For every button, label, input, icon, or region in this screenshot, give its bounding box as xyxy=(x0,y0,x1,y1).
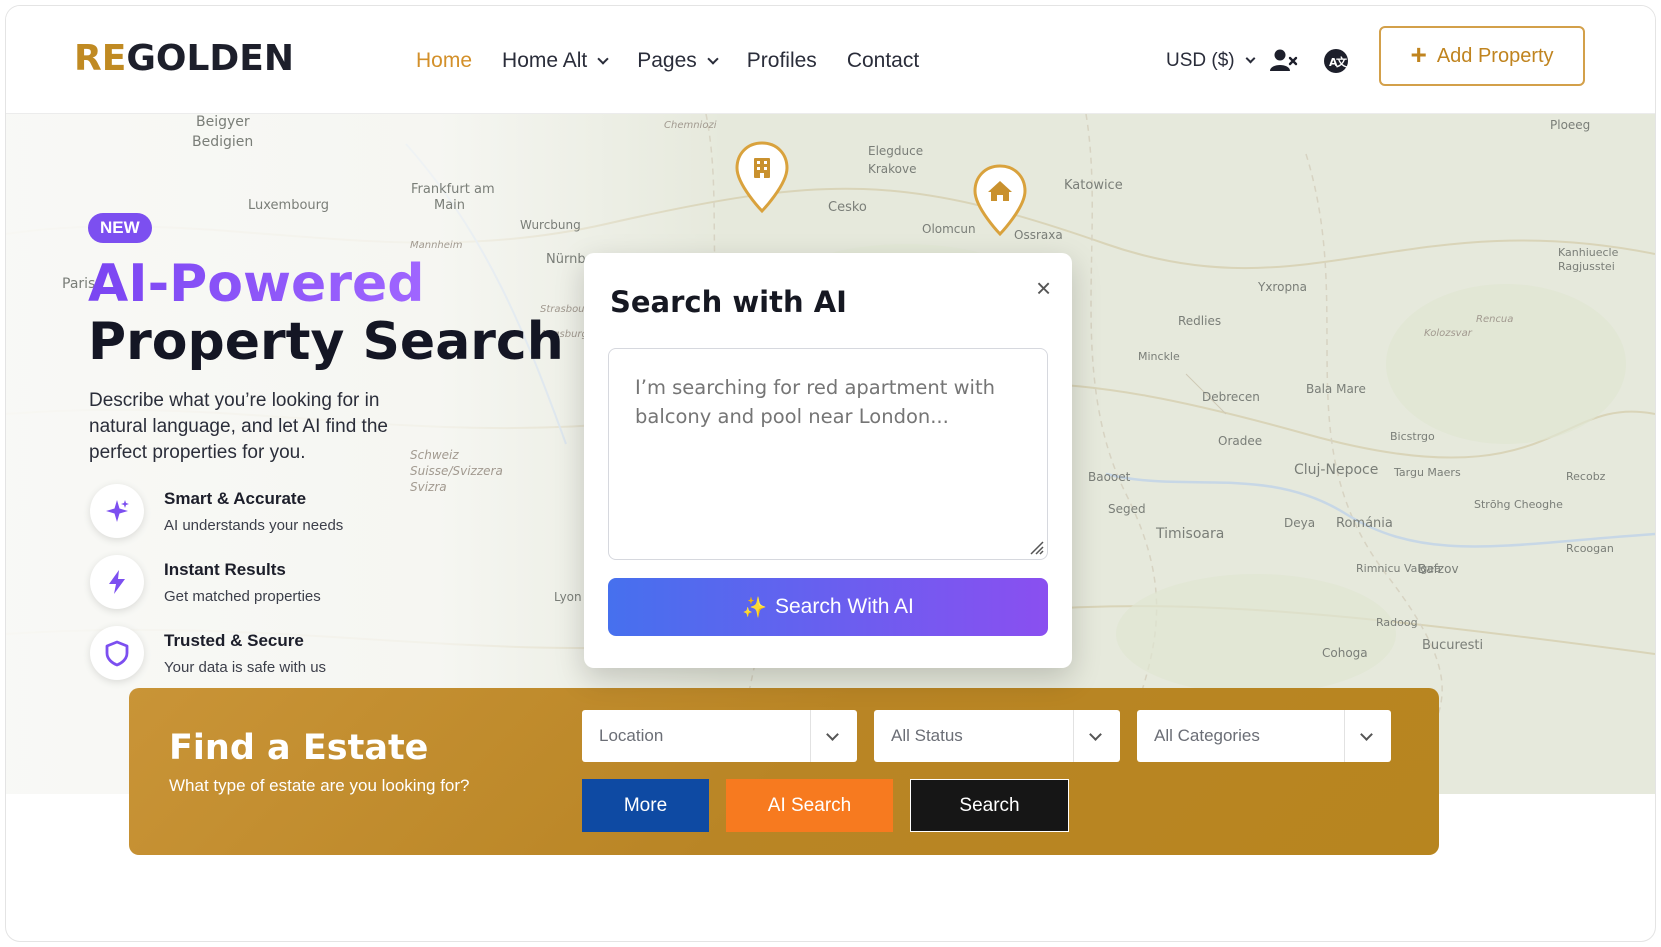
chevron-down-icon xyxy=(1245,53,1256,64)
map-label: Kolozsvar xyxy=(1424,328,1472,339)
map-label: Rencua xyxy=(1476,314,1514,325)
chevron-down-icon xyxy=(597,52,609,65)
map-label: Redlies xyxy=(1178,314,1222,328)
search-button[interactable]: Search xyxy=(910,779,1069,832)
more-button[interactable]: More xyxy=(582,779,709,832)
search-with-ai-button[interactable]: ✨ Search With AI xyxy=(608,578,1048,636)
add-property-button[interactable]: + Add Property xyxy=(1379,26,1585,86)
nav-item-home[interactable]: Home xyxy=(416,49,472,73)
map-label: Strōhg Cheoghe xyxy=(1474,498,1563,511)
map-label: Bala Mare xyxy=(1306,382,1366,396)
map-label: Cesko xyxy=(828,200,867,215)
svg-text:文: 文 xyxy=(1336,55,1348,69)
shield-icon xyxy=(105,640,129,667)
feature-title: Trusted & Secure xyxy=(164,630,304,650)
map-label: Lyon xyxy=(554,590,582,604)
categories-select[interactable]: All Categories xyxy=(1137,710,1391,762)
main-nav: Home Home Alt Pages Profiles Contact xyxy=(416,49,919,73)
map-label: Minckle xyxy=(1138,350,1180,363)
map-label: Cluj-Nepoce xyxy=(1294,462,1379,478)
map-label: Wurcbung xyxy=(520,218,581,232)
resize-handle-icon[interactable] xyxy=(1027,538,1045,556)
map-label: Baooet xyxy=(1088,470,1131,484)
map-label: Luxembourg xyxy=(248,198,330,213)
chevron-down-icon xyxy=(1360,728,1373,741)
feature-title: Smart & Accurate xyxy=(164,488,307,508)
map-label: Main xyxy=(434,198,466,213)
map-label: Krakove xyxy=(868,162,917,176)
modal-title: Search with AI xyxy=(610,285,847,319)
sparkle-icon: ✨ xyxy=(742,596,767,619)
site-header: REGOLDEN Home Home Alt Pages Profiles Co… xyxy=(6,6,1655,114)
map-label: Kanhiuecle xyxy=(1558,246,1619,259)
map-label: Románia xyxy=(1336,516,1393,531)
map-label: Svizra xyxy=(410,480,447,494)
currency-select[interactable]: USD ($) xyxy=(1166,50,1256,72)
new-badge: NEW xyxy=(88,213,152,243)
nav-item-profiles[interactable]: Profiles xyxy=(747,49,817,73)
map-label: Yxropna xyxy=(1258,280,1308,294)
feature-title: Instant Results xyxy=(164,559,286,579)
find-title: Find a Estate xyxy=(169,728,429,768)
location-select[interactable]: Location xyxy=(582,710,857,762)
map-label: Targu Maers xyxy=(1394,466,1461,479)
map-label: Ragjusstei xyxy=(1558,260,1615,273)
map-label: Timisoara xyxy=(1156,526,1225,542)
ai-search-button[interactable]: AI Search xyxy=(726,779,893,832)
map-label: Beigyer xyxy=(196,114,250,130)
site-logo[interactable]: REGOLDEN xyxy=(74,38,294,79)
feature-smart: Smart & Accurate AI understands your nee… xyxy=(90,484,343,538)
map-label: Recobz xyxy=(1566,470,1606,483)
feature-subtitle: Get matched properties xyxy=(164,587,321,605)
nav-item-home-alt[interactable]: Home Alt xyxy=(502,49,609,73)
map-label: Suisse/Svizzera xyxy=(410,464,503,478)
map-pin-building[interactable] xyxy=(734,141,790,215)
status-select[interactable]: All Status xyxy=(874,710,1120,762)
close-icon[interactable]: × xyxy=(1036,275,1051,301)
map-label: Deya xyxy=(1284,516,1316,530)
map-label: Chemniozi xyxy=(664,120,717,131)
nav-item-pages[interactable]: Pages xyxy=(637,49,719,73)
map-label: Bucuresti xyxy=(1422,638,1484,653)
page-frame: REGOLDEN Home Home Alt Pages Profiles Co… xyxy=(6,6,1655,941)
map-label: Rcoogan xyxy=(1566,542,1614,555)
plus-icon: + xyxy=(1410,38,1427,70)
find-subtitle: What type of estate are you looking for? xyxy=(169,776,470,795)
user-x-icon[interactable] xyxy=(1268,46,1298,76)
ai-search-modal: Search with AI × ✨ Search With AI xyxy=(584,253,1072,668)
nav-item-contact[interactable]: Contact xyxy=(847,49,919,73)
map-label: Bafzov xyxy=(1418,562,1459,576)
map-label: Oradee xyxy=(1218,434,1263,448)
chevron-down-icon xyxy=(826,728,839,741)
map-label: Mannheim xyxy=(410,240,463,251)
feature-instant: Instant Results Get matched properties xyxy=(90,555,321,609)
map-label: Radoog xyxy=(1376,616,1418,629)
chevron-down-icon xyxy=(707,52,719,65)
map-pin-home[interactable] xyxy=(972,164,1028,238)
map-label: Elegduce xyxy=(868,144,924,158)
feature-trusted: Trusted & Secure Your data is safe with … xyxy=(90,626,326,680)
sparkle-icon xyxy=(106,500,129,522)
map-label: Katowice xyxy=(1064,178,1123,193)
hero-title-accent: AI-Powered xyxy=(88,254,425,314)
find-estate-panel: Find a Estate What type of estate are yo… xyxy=(129,688,1439,855)
map-label: Debrecen xyxy=(1202,390,1260,404)
map-label: Bedigien xyxy=(192,134,254,150)
globe-icon[interactable]: A 文 xyxy=(1321,46,1351,76)
map-label: Frankfurt am xyxy=(411,182,495,197)
hero-description: Describe what you’re looking for in natu… xyxy=(89,390,388,463)
chevron-down-icon xyxy=(1089,728,1102,741)
ai-query-textarea[interactable] xyxy=(608,348,1048,560)
lightning-icon xyxy=(109,570,125,594)
map-label: Bicstrgo xyxy=(1390,430,1435,443)
map-label: Olomcun xyxy=(922,222,976,236)
feature-subtitle: AI understands your needs xyxy=(164,516,344,534)
map-label: Cohoga xyxy=(1322,646,1368,660)
feature-subtitle: Your data is safe with us xyxy=(164,658,327,676)
hero-title: Property Search xyxy=(88,312,564,372)
map-label: Ploeeg xyxy=(1550,118,1591,132)
map-label: Seged xyxy=(1108,502,1146,516)
